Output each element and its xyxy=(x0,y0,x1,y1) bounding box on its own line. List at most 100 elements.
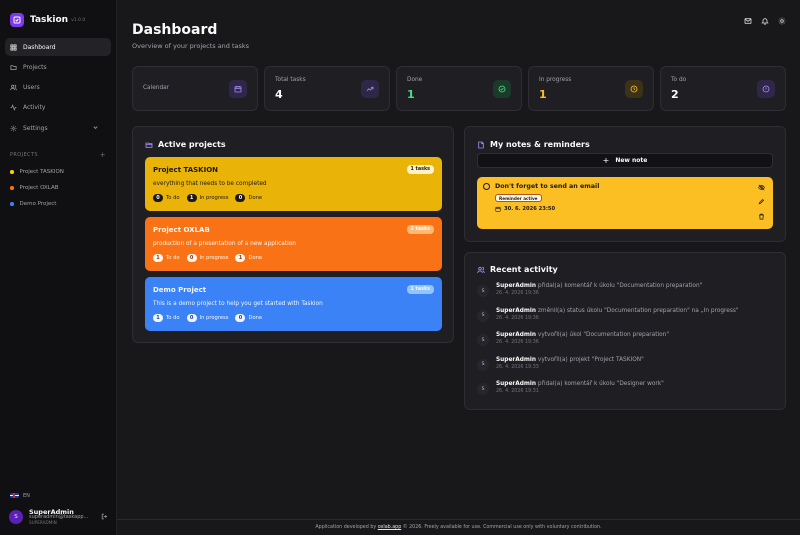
projects-section-header: PROJECTS + xyxy=(0,151,116,159)
note-date-text: 30. 6. 2026 23:50 xyxy=(504,206,556,212)
avatar: S xyxy=(477,334,489,347)
pencil-icon[interactable] xyxy=(758,198,765,205)
stat-card-calendar[interactable]: Calendar xyxy=(132,66,258,111)
footer-link[interactable]: oxlab.app xyxy=(378,525,402,530)
project-task-stats: 1 To do 0 In progress 0 Done xyxy=(153,314,269,322)
nav-item-users[interactable]: Users xyxy=(5,79,111,97)
activity-body: SuperAdmin vytvořil(a) projekt "Project … xyxy=(496,357,644,371)
activity-time: 26. 4. 2026 19:31 xyxy=(496,389,539,395)
done-label: Done xyxy=(248,255,263,261)
check-circle-icon xyxy=(493,80,511,98)
alert-circle-icon xyxy=(757,80,775,98)
project-card-demo[interactable]: Demo Project 1 tasks This is a demo proj… xyxy=(145,277,442,331)
footer-text-before: Application developed by xyxy=(315,525,377,530)
activity-action: přidal(a) komentář k úkolu "Designer wor… xyxy=(537,381,664,388)
note-item[interactable]: Don't forget to send an email Reminder a… xyxy=(477,177,773,229)
footer-text-after: © 2026. Freely available for use. Commer… xyxy=(402,525,602,530)
trend-up-icon xyxy=(361,80,379,98)
language-label: EN xyxy=(23,492,30,499)
chevron-down-icon[interactable] xyxy=(92,124,99,131)
activity-icon xyxy=(10,104,17,112)
project-card-taskion[interactable]: Project TASKION 1 tasks everything that … xyxy=(145,157,442,211)
sidebar-project-name: Project OXLAB xyxy=(19,185,59,192)
sidebar: Taskion v1.0.0 Dashboard Projects Users … xyxy=(0,0,117,535)
project-color-dot xyxy=(10,186,14,190)
sidebar-project-item[interactable]: Demo Project xyxy=(5,196,111,212)
user-profile[interactable]: S SuperAdmin superadmin@taskapp... SUPER… xyxy=(0,508,116,535)
app-name: Taskion xyxy=(30,14,69,25)
activity-time: 26. 4. 2026 19:36 xyxy=(496,290,539,296)
project-name: Demo Project xyxy=(153,286,207,294)
section-title: My notes & reminders xyxy=(490,140,590,149)
nav-label: Activity xyxy=(23,104,46,112)
activity-item: S SuperAdmin přidal(a) komentář k úkolu … xyxy=(477,283,773,308)
page-subtitle: Overview of your projects and tasks xyxy=(132,42,250,50)
nav-item-projects[interactable]: Projects xyxy=(5,58,111,76)
page-title: Dashboard xyxy=(132,22,218,38)
new-note-button[interactable]: + New note xyxy=(477,153,773,168)
uk-flag-icon xyxy=(10,492,19,499)
sidebar-project-item[interactable]: Project TASKION xyxy=(5,164,111,180)
logout-icon[interactable] xyxy=(101,513,108,520)
main-nav: Dashboard Projects Users Activity Settin… xyxy=(0,38,116,137)
user-info: SuperAdmin superadmin@taskapp... SUPERAD… xyxy=(29,508,88,525)
stat-value: 4 xyxy=(275,88,283,101)
note-complete-checkbox[interactable] xyxy=(483,183,490,190)
taskion-logo-icon xyxy=(10,12,24,27)
project-description: This is a demo project to help you get s… xyxy=(153,301,323,307)
section-title: Recent activity xyxy=(490,265,558,274)
nav-item-activity[interactable]: Activity xyxy=(5,99,111,117)
nav-label: Users xyxy=(23,84,40,92)
stat-label: Total tasks xyxy=(275,77,306,83)
task-count-badge: 2 tasks xyxy=(406,225,434,234)
mail-icon[interactable] xyxy=(744,17,752,25)
gear-icon xyxy=(10,125,17,132)
project-card-oxlab[interactable]: Project OXLAB 2 tasks production of a pr… xyxy=(145,217,442,271)
add-project-icon[interactable]: + xyxy=(100,151,106,159)
projects-heading: PROJECTS xyxy=(10,152,38,159)
sun-icon[interactable] xyxy=(778,17,786,25)
avatar: S xyxy=(477,285,489,297)
done-count: 0 xyxy=(235,314,246,322)
activity-user: SuperAdmin xyxy=(496,332,537,339)
in-progress-count: 0 xyxy=(186,314,197,322)
users-icon xyxy=(10,84,17,91)
active-projects-title: Active projects xyxy=(145,140,226,149)
stat-card-done: Done 1 xyxy=(396,66,522,111)
nav-label: Dashboard xyxy=(23,43,56,51)
todo-label: To do xyxy=(166,315,180,321)
sidebar-project-name: Project TASKION xyxy=(19,169,64,176)
activity-body: SuperAdmin přidal(a) komentář k úkolu "D… xyxy=(496,381,664,395)
todo-label: To do xyxy=(166,195,180,201)
stat-card-total-tasks: Total tasks 4 xyxy=(264,66,390,111)
trash-icon[interactable] xyxy=(758,213,765,220)
in-progress-count: 0 xyxy=(186,254,197,262)
project-name: Project TASKION xyxy=(153,166,218,174)
avatar: S xyxy=(9,509,23,524)
project-task-stats: 0 To do 1 In progress 0 Done xyxy=(153,194,269,202)
note-icon xyxy=(478,141,484,148)
app-logo[interactable]: Taskion v1.0.0 xyxy=(0,0,116,30)
bell-icon[interactable] xyxy=(761,17,769,25)
nav-item-settings[interactable]: Settings xyxy=(5,119,111,137)
activity-time: 26. 4. 2026 19:36 xyxy=(496,315,539,321)
sidebar-project-item[interactable]: Project OXLAB xyxy=(5,180,111,196)
nav-label: Projects xyxy=(23,63,47,71)
recent-activity-card: Recent activity S SuperAdmin přidal(a) k… xyxy=(464,252,786,410)
todo-count: 0 xyxy=(153,194,163,202)
task-count-badge: 1 tasks xyxy=(406,285,434,294)
nav-item-dashboard[interactable]: Dashboard xyxy=(5,38,111,56)
sidebar-footer: EN S SuperAdmin superadmin@taskapp... SU… xyxy=(0,487,116,535)
section-title: Active projects xyxy=(158,140,226,149)
eye-off-icon[interactable] xyxy=(758,184,765,191)
done-count: 0 xyxy=(235,194,246,202)
sidebar-project-name: Demo Project xyxy=(19,201,57,208)
project-description: production of a presentation of a new ap… xyxy=(153,241,296,247)
language-switcher[interactable]: EN xyxy=(0,487,116,505)
calendar-icon xyxy=(229,80,247,98)
in-progress-label: In progress xyxy=(199,255,229,261)
project-color-dot xyxy=(10,170,14,174)
todo-label: To do xyxy=(166,255,180,261)
activity-action: vytvořil(a) úkol "Documentation preparat… xyxy=(537,332,669,339)
note-text: Don't forget to send an email xyxy=(495,183,600,190)
